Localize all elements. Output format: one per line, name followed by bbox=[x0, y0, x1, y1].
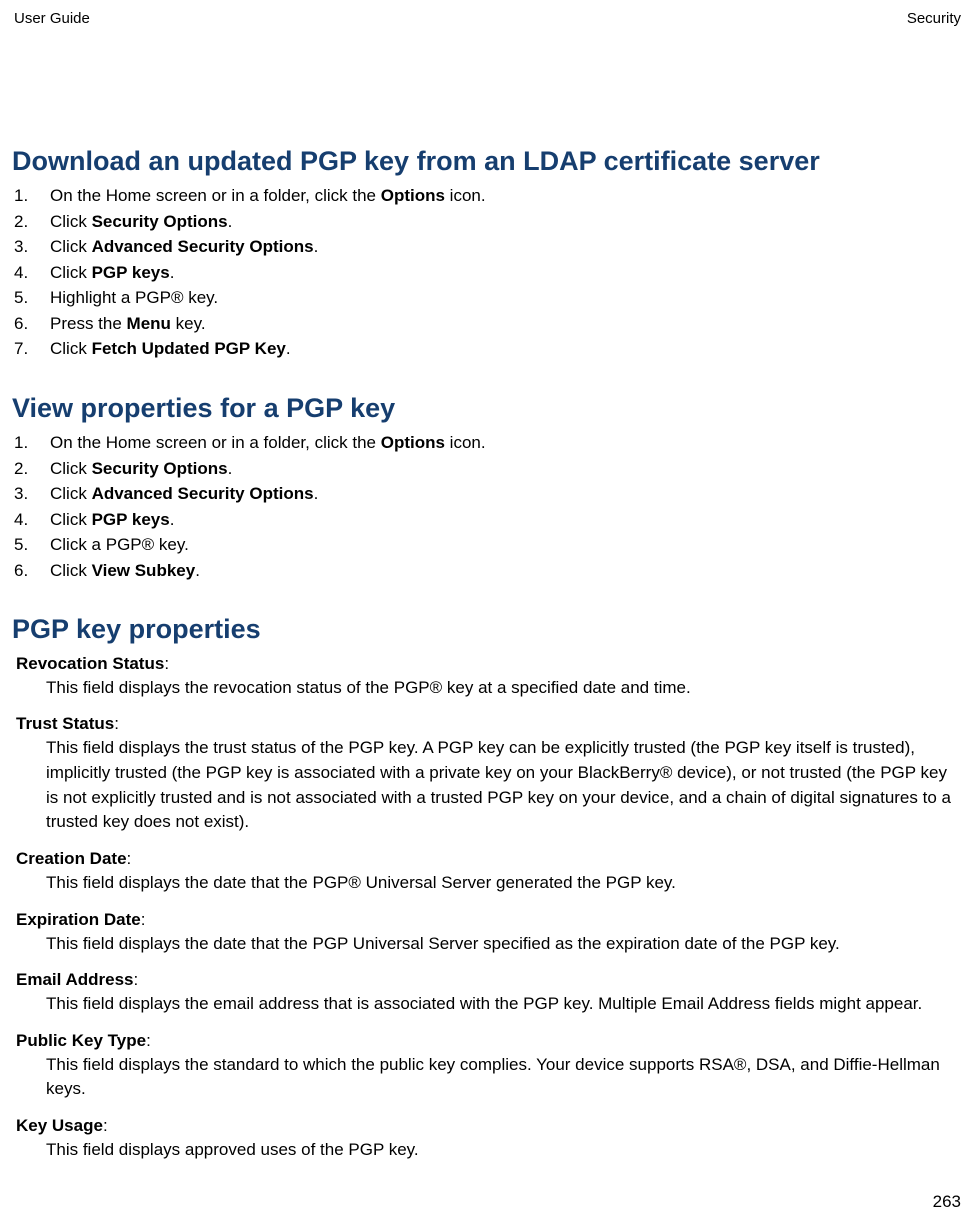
colon: : bbox=[127, 849, 132, 868]
step-text-pre: Click bbox=[50, 510, 92, 529]
property-item: Expiration Date:This field displays the … bbox=[16, 910, 963, 957]
step-item: Click Fetch Updated PGP Key. bbox=[50, 336, 963, 362]
step-text-bold: Security Options bbox=[92, 212, 228, 231]
step-text-pre: Highlight a PGP® key. bbox=[50, 288, 218, 307]
step-item: Click PGP keys. bbox=[50, 260, 963, 286]
property-term: Key Usage: bbox=[16, 1116, 963, 1136]
colon: : bbox=[103, 1116, 108, 1135]
step-item: On the Home screen or in a folder, click… bbox=[50, 430, 963, 456]
step-text-post: key. bbox=[171, 314, 206, 333]
property-desc: This field displays the date that the PG… bbox=[46, 871, 963, 896]
step-text-pre: Click bbox=[50, 263, 92, 282]
property-term-text: Key Usage bbox=[16, 1116, 103, 1135]
step-text-post: . bbox=[228, 459, 233, 478]
step-text-pre: Click bbox=[50, 237, 92, 256]
step-item: Click Security Options. bbox=[50, 209, 963, 235]
colon: : bbox=[146, 1031, 151, 1050]
step-text-post: . bbox=[170, 263, 175, 282]
step-text-bold: PGP keys bbox=[92, 510, 170, 529]
step-text-post: . bbox=[314, 484, 319, 503]
property-term-text: Trust Status bbox=[16, 714, 114, 733]
step-text-bold: Options bbox=[381, 186, 445, 205]
page-number: 263 bbox=[933, 1192, 961, 1212]
step-text-pre: Click a PGP® key. bbox=[50, 535, 189, 554]
property-item: Trust Status:This field displays the tru… bbox=[16, 714, 963, 835]
step-text-post: . bbox=[195, 561, 200, 580]
step-text-post: icon. bbox=[445, 433, 486, 452]
section2-heading: View properties for a PGP key bbox=[12, 392, 963, 424]
step-text-bold: Fetch Updated PGP Key bbox=[92, 339, 286, 358]
colon: : bbox=[133, 970, 138, 989]
header-right: Security bbox=[907, 10, 961, 27]
property-term-text: Public Key Type bbox=[16, 1031, 146, 1050]
step-item: Click View Subkey. bbox=[50, 558, 963, 584]
colon: : bbox=[141, 910, 146, 929]
step-item: Click Advanced Security Options. bbox=[50, 234, 963, 260]
step-text-bold: Menu bbox=[127, 314, 171, 333]
property-term: Public Key Type: bbox=[16, 1031, 963, 1051]
step-text-pre: On the Home screen or in a folder, click… bbox=[50, 186, 381, 205]
step-text-pre: Click bbox=[50, 484, 92, 503]
step-text-pre: Click bbox=[50, 212, 92, 231]
property-desc: This field displays approved uses of the… bbox=[46, 1138, 963, 1163]
section3-heading: PGP key properties bbox=[12, 613, 963, 645]
step-text-post: . bbox=[314, 237, 319, 256]
step-text-bold: Security Options bbox=[92, 459, 228, 478]
step-item: Click a PGP® key. bbox=[50, 532, 963, 558]
step-text-post: icon. bbox=[445, 186, 486, 205]
page-header: User Guide Security bbox=[12, 10, 963, 27]
property-item: Key Usage:This field displays approved u… bbox=[16, 1116, 963, 1163]
property-term: Trust Status: bbox=[16, 714, 963, 734]
step-text-post: . bbox=[286, 339, 291, 358]
step-text-bold: View Subkey bbox=[92, 561, 196, 580]
property-desc: This field displays the date that the PG… bbox=[46, 932, 963, 957]
step-text-bold: PGP keys bbox=[92, 263, 170, 282]
step-text-pre: On the Home screen or in a folder, click… bbox=[50, 433, 381, 452]
content: Download an updated PGP key from an LDAP… bbox=[12, 27, 963, 1163]
colon: : bbox=[164, 654, 169, 673]
step-text-pre: Press the bbox=[50, 314, 127, 333]
step-item: Highlight a PGP® key. bbox=[50, 285, 963, 311]
property-desc: This field displays the email address th… bbox=[46, 992, 963, 1017]
property-item: Public Key Type:This field displays the … bbox=[16, 1031, 963, 1102]
step-text-post: . bbox=[228, 212, 233, 231]
step-item: Press the Menu key. bbox=[50, 311, 963, 337]
property-term: Creation Date: bbox=[16, 849, 963, 869]
property-term: Revocation Status: bbox=[16, 654, 963, 674]
property-desc: This field displays the revocation statu… bbox=[46, 676, 963, 701]
step-text-pre: Click bbox=[50, 339, 92, 358]
property-term: Expiration Date: bbox=[16, 910, 963, 930]
properties-list: Revocation Status:This field displays th… bbox=[12, 654, 963, 1163]
property-term-text: Creation Date bbox=[16, 849, 127, 868]
step-text-pre: Click bbox=[50, 561, 92, 580]
section1-steps: On the Home screen or in a folder, click… bbox=[12, 183, 963, 362]
colon: : bbox=[114, 714, 119, 733]
property-desc: This field displays the trust status of … bbox=[46, 736, 963, 835]
step-item: Click Security Options. bbox=[50, 456, 963, 482]
section2-steps: On the Home screen or in a folder, click… bbox=[12, 430, 963, 583]
step-text-post: . bbox=[170, 510, 175, 529]
section1-heading: Download an updated PGP key from an LDAP… bbox=[12, 145, 963, 177]
property-item: Creation Date:This field displays the da… bbox=[16, 849, 963, 896]
step-item: Click Advanced Security Options. bbox=[50, 481, 963, 507]
property-term: Email Address: bbox=[16, 970, 963, 990]
page: User Guide Security Download an updated … bbox=[0, 0, 975, 1228]
step-item: On the Home screen or in a folder, click… bbox=[50, 183, 963, 209]
header-left: User Guide bbox=[14, 10, 90, 27]
step-text-bold: Options bbox=[381, 433, 445, 452]
step-text-bold: Advanced Security Options bbox=[92, 484, 314, 503]
property-term-text: Email Address bbox=[16, 970, 133, 989]
step-item: Click PGP keys. bbox=[50, 507, 963, 533]
property-item: Revocation Status:This field displays th… bbox=[16, 654, 963, 701]
property-term-text: Expiration Date bbox=[16, 910, 141, 929]
property-term-text: Revocation Status bbox=[16, 654, 164, 673]
property-item: Email Address:This field displays the em… bbox=[16, 970, 963, 1017]
step-text-pre: Click bbox=[50, 459, 92, 478]
step-text-bold: Advanced Security Options bbox=[92, 237, 314, 256]
property-desc: This field displays the standard to whic… bbox=[46, 1053, 963, 1102]
